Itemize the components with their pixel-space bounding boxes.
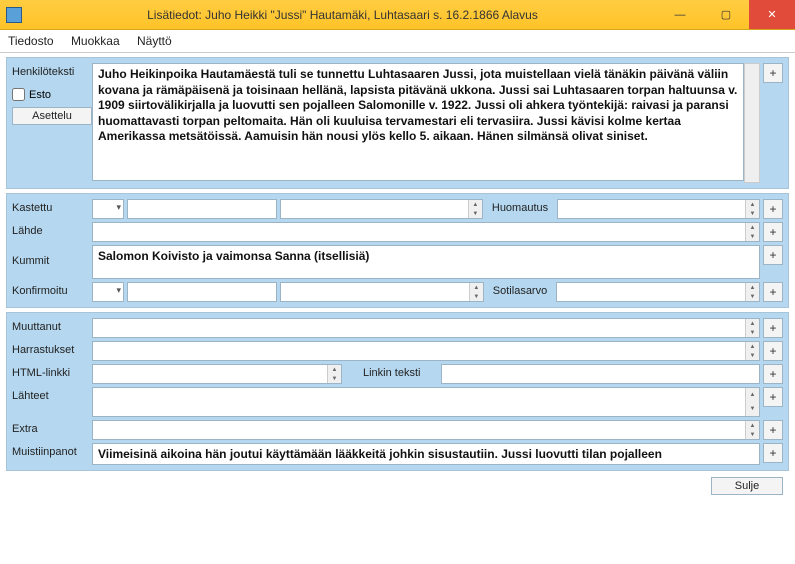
- scrollbar-henkiloteksti[interactable]: [744, 63, 760, 183]
- label-muuttanut: Muuttanut: [12, 318, 92, 333]
- panel-baptism: Kastettu ▲▼ Huomautus ▲▼ + Lähde ▲▼ + Ku…: [6, 193, 789, 308]
- input-konfirmoitu-date[interactable]: [127, 282, 277, 302]
- plus-kastettu[interactable]: +: [763, 199, 783, 219]
- app-icon: [6, 7, 22, 23]
- plus-muistiinpanot[interactable]: +: [763, 443, 783, 463]
- textarea-henkiloteksti[interactable]: [92, 63, 744, 181]
- window-title: Lisätiedot: Juho Heikki "Jussi" Hautamäk…: [28, 8, 657, 22]
- plus-lahde[interactable]: +: [763, 222, 783, 242]
- input-huomautus[interactable]: ▲▼: [557, 199, 760, 219]
- panel-henkiloteksti: Henkilöteksti Esto Asettelu +: [6, 57, 789, 189]
- close-button[interactable]: ✕: [749, 0, 795, 29]
- label-linkinteksti: Linkin teksti: [345, 364, 438, 384]
- window-buttons: — ▢ ✕: [657, 0, 795, 29]
- plus-lahteet[interactable]: +: [763, 387, 783, 407]
- input-konfirmoitu-place[interactable]: ▲▼: [280, 282, 484, 302]
- input-sotilasarvo[interactable]: ▲▼: [556, 282, 760, 302]
- input-lahde[interactable]: ▲▼: [92, 222, 760, 242]
- plus-extra[interactable]: +: [763, 420, 783, 440]
- plus-konfirmoitu[interactable]: +: [763, 282, 783, 302]
- plus-htmllinkki[interactable]: +: [763, 364, 783, 384]
- plus-kummit[interactable]: +: [763, 245, 783, 265]
- input-muuttanut[interactable]: ▲▼: [92, 318, 760, 338]
- plus-muuttanut[interactable]: +: [763, 318, 783, 338]
- checkbox-esto[interactable]: [12, 88, 25, 101]
- textarea-muistiinpanot[interactable]: [92, 443, 760, 465]
- input-harrastukset[interactable]: ▲▼: [92, 341, 760, 361]
- label-muistiinpanot: Muistiinpanot: [12, 443, 92, 458]
- combo-kastettu-type[interactable]: [92, 199, 124, 219]
- label-huomautus: Huomautus: [486, 199, 554, 219]
- titlebar: Lisätiedot: Juho Heikki "Jussi" Hautamäk…: [0, 0, 795, 30]
- label-lahde: Lähde: [12, 222, 92, 237]
- label-harrastukset: Harrastukset: [12, 341, 92, 356]
- body-area: Henkilöteksti Esto Asettelu + Kastettu ▲…: [0, 53, 795, 505]
- menubar: Tiedosto Muokkaa Näyttö: [0, 30, 795, 53]
- label-kummit: Kummit: [12, 245, 92, 267]
- combo-konfirmoitu-type[interactable]: [92, 282, 124, 302]
- input-kastettu-place[interactable]: ▲▼: [280, 199, 483, 219]
- input-extra[interactable]: ▲▼: [92, 420, 760, 440]
- checkbox-esto-wrap[interactable]: Esto: [12, 88, 92, 101]
- menu-edit[interactable]: Muokkaa: [71, 34, 120, 48]
- input-lahteet[interactable]: ▲▼: [92, 387, 760, 417]
- menu-file[interactable]: Tiedosto: [8, 34, 54, 48]
- plus-henkiloteksti[interactable]: +: [763, 63, 783, 83]
- label-extra: Extra: [12, 420, 92, 435]
- input-htmllinkki[interactable]: ▲▼: [92, 364, 342, 384]
- plus-harrastukset[interactable]: +: [763, 341, 783, 361]
- label-htmllinkki: HTML-linkki: [12, 364, 92, 379]
- label-sotilasarvo: Sotilasarvo: [487, 282, 553, 302]
- textarea-kummit[interactable]: [92, 245, 760, 279]
- maximize-button[interactable]: ▢: [703, 0, 749, 29]
- label-esto: Esto: [29, 89, 51, 101]
- button-asettelu[interactable]: Asettelu: [12, 107, 92, 125]
- input-kastettu-date[interactable]: [127, 199, 277, 219]
- label-konfirmoitu: Konfirmoitu: [12, 282, 92, 297]
- button-sulje[interactable]: Sulje: [711, 477, 783, 495]
- input-linkinteksti[interactable]: [441, 364, 760, 384]
- menu-view[interactable]: Näyttö: [137, 34, 172, 48]
- label-henkiloteksti: Henkilöteksti: [12, 63, 92, 78]
- footer: Sulje: [6, 475, 789, 499]
- panel-misc: Muuttanut ▲▼ + Harrastukset ▲▼ + HTML-li…: [6, 312, 789, 471]
- label-kastettu: Kastettu: [12, 199, 92, 214]
- minimize-button[interactable]: —: [657, 0, 703, 29]
- label-lahteet: Lähteet: [12, 387, 92, 402]
